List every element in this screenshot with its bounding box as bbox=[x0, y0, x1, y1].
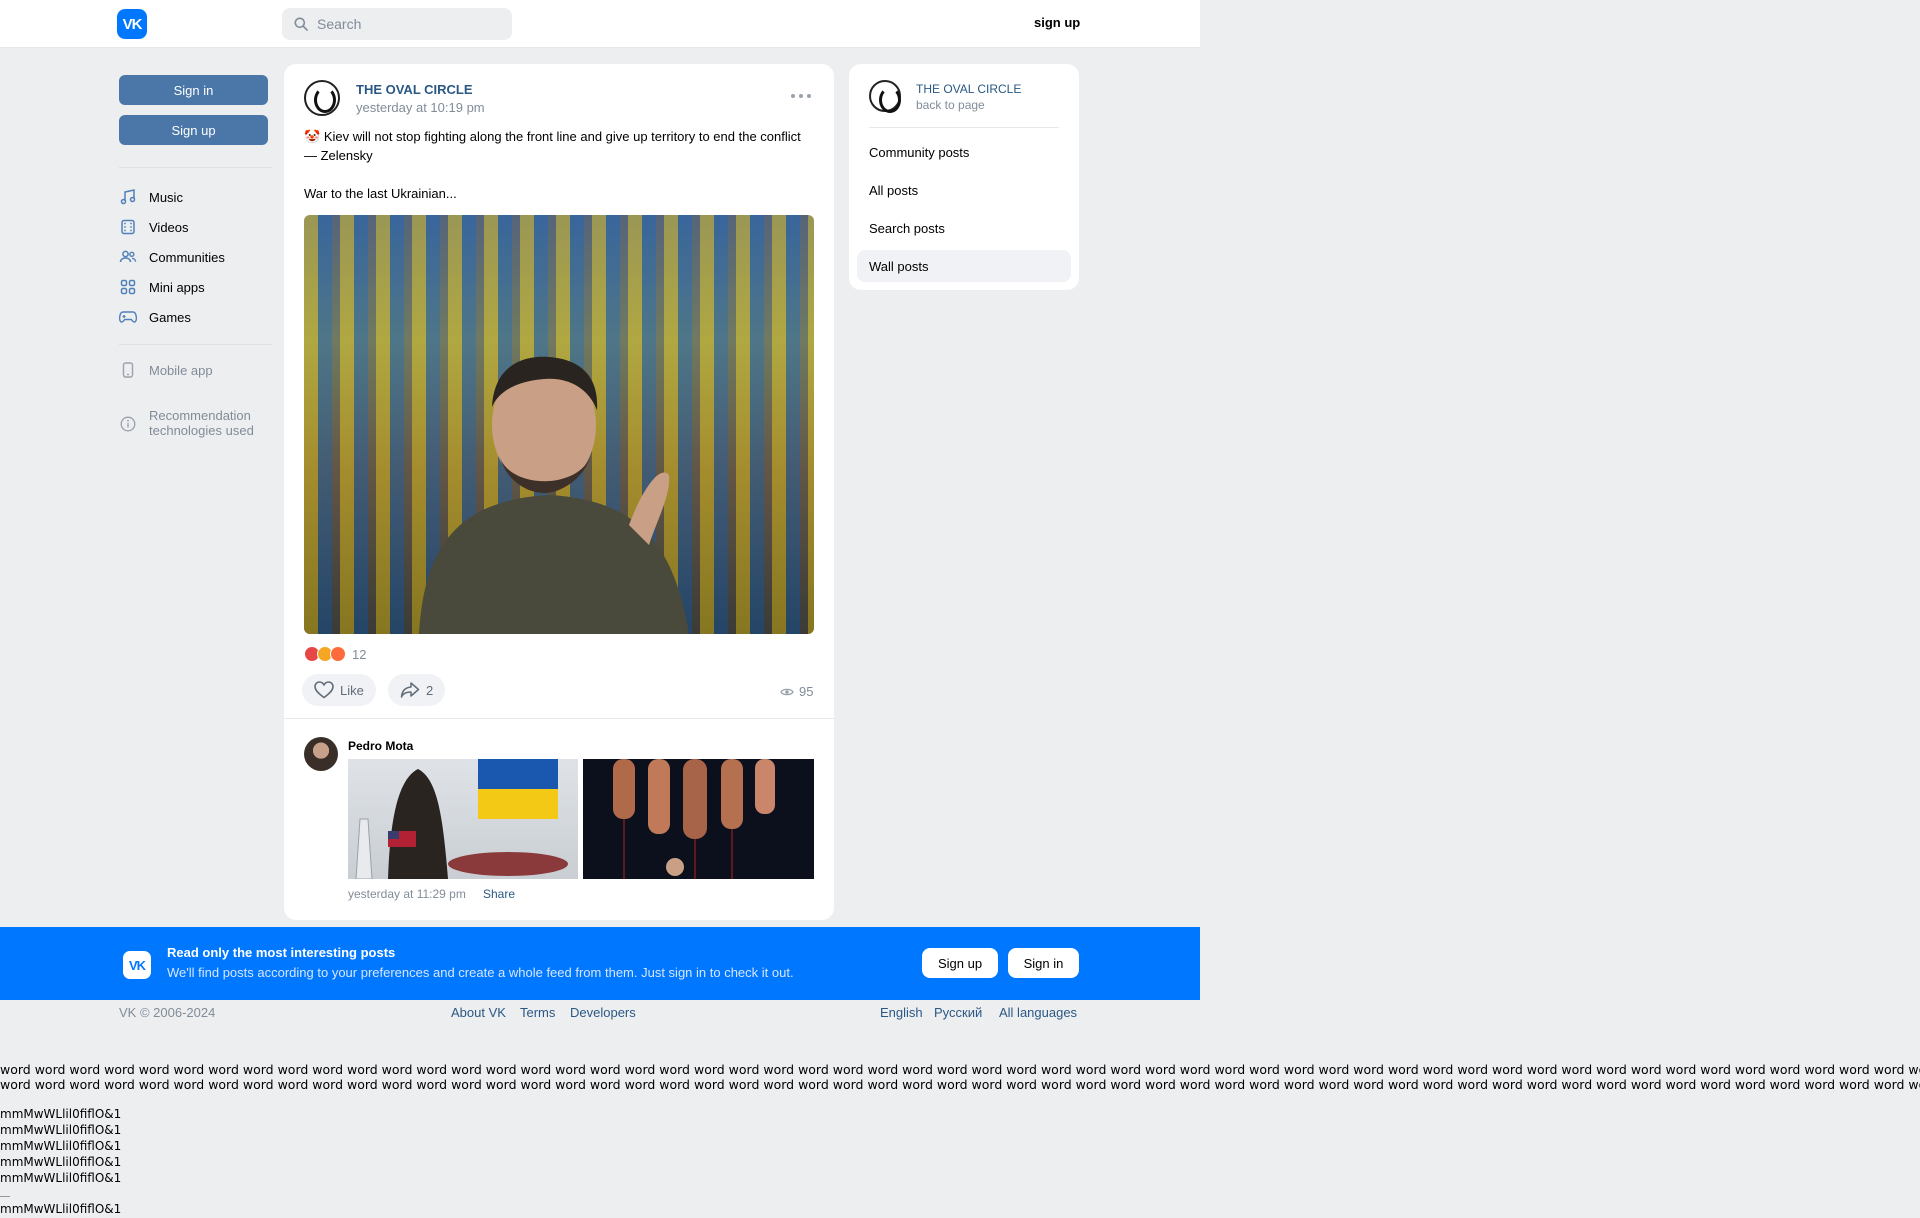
search-input[interactable]: Search bbox=[282, 8, 512, 40]
post-headline: Kiev will not stop fighting along the fr… bbox=[304, 129, 801, 163]
gamepad-icon bbox=[119, 308, 137, 326]
post-timestamp[interactable]: yesterday at 10:19 pm bbox=[356, 100, 485, 115]
footer-terms-link[interactable]: Terms bbox=[520, 1005, 555, 1020]
test-glyph-line-6: mmMwWLlil0fiflO&1 bbox=[0, 1202, 122, 1216]
comment-author-avatar[interactable] bbox=[304, 737, 338, 771]
sidebar-item-label: Games bbox=[149, 309, 191, 325]
phone-icon bbox=[119, 361, 137, 379]
users-icon bbox=[119, 248, 137, 266]
share-arrow-icon bbox=[400, 682, 420, 698]
comment-timestamp[interactable]: yesterday at 11:29 pm bbox=[348, 887, 466, 901]
reactions-summary[interactable]: 12 bbox=[304, 646, 366, 662]
test-glyph-line-3: mmMwWLlil0fiflO&1 bbox=[0, 1139, 122, 1153]
banner-subtitle: We'll find posts according to your prefe… bbox=[167, 965, 794, 980]
back-to-page-link[interactable]: back to page bbox=[916, 98, 985, 112]
footer-developers-link[interactable]: Developers bbox=[570, 1005, 636, 1020]
banner-sign-in-button[interactable]: Sign in bbox=[1008, 948, 1079, 978]
video-film-icon bbox=[119, 218, 137, 236]
signin-promo-banner: VK Read only the most interesting posts … bbox=[0, 927, 1200, 1000]
clown-emoji: 🤡 bbox=[304, 129, 321, 144]
post-text-line2: War to the last Ukrainian... bbox=[304, 186, 457, 201]
music-note-icon bbox=[119, 188, 137, 206]
grid-apps-icon bbox=[119, 278, 137, 296]
menu-community-posts[interactable]: Community posts bbox=[857, 136, 1071, 168]
views-counter: 95 bbox=[780, 684, 813, 699]
test-glyph-line-1: mmMwWLlil0fiflO&1 bbox=[0, 1107, 122, 1121]
comment-share-link[interactable]: Share bbox=[483, 887, 515, 901]
post-text-line1: 🤡 Kiev will not stop fighting along the … bbox=[304, 127, 804, 165]
top-header: VK Search sign up bbox=[0, 0, 1200, 48]
post-comments-divider bbox=[284, 718, 834, 719]
comment-author-link[interactable]: Pedro Mota bbox=[348, 739, 413, 753]
test-glyph-line-4: mmMwWLlil0fiflO&1 bbox=[0, 1155, 122, 1169]
community-side-menu: THE OVAL CIRCLE back to page Community p… bbox=[849, 64, 1079, 290]
speaker-figure bbox=[419, 356, 689, 634]
test-glyph-line-5: mmMwWLlil0fiflO&1 bbox=[0, 1171, 122, 1185]
panel-divider bbox=[869, 127, 1059, 128]
sidebar-item-music[interactable]: Music bbox=[119, 185, 183, 209]
footer-copyright: VK © 2006-2024 bbox=[119, 1005, 216, 1020]
test-divider bbox=[0, 1196, 10, 1197]
footer-lang-all[interactable]: All languages bbox=[999, 1005, 1077, 1020]
test-glyph-line-2: mmMwWLlil0fiflO&1 bbox=[0, 1123, 122, 1137]
sign-in-button[interactable]: Sign in bbox=[119, 75, 268, 105]
puppet-hands-illustration bbox=[613, 759, 775, 879]
heart-icon bbox=[314, 681, 334, 699]
community-name-link[interactable]: THE OVAL CIRCLE bbox=[916, 82, 1021, 96]
info-icon bbox=[119, 415, 137, 433]
more-options-icon[interactable] bbox=[791, 94, 811, 102]
sidebar-item-label: Videos bbox=[149, 219, 189, 235]
sidebar-item-mini-apps[interactable]: Mini apps bbox=[119, 275, 205, 299]
test-word-line-2: word word word word word word word word … bbox=[0, 1077, 1920, 1092]
share-button[interactable]: 2 bbox=[388, 674, 446, 706]
sidebar-item-label: Communities bbox=[149, 249, 225, 265]
comment-photo-1[interactable] bbox=[348, 759, 578, 879]
header-signup-link[interactable]: sign up bbox=[1034, 15, 1080, 30]
footer-lang-english[interactable]: English bbox=[880, 1005, 923, 1020]
post-photo[interactable] bbox=[304, 215, 814, 634]
views-count: 95 bbox=[799, 684, 814, 699]
sidebar-item-label: Music bbox=[149, 189, 183, 205]
angry-reaction-icon bbox=[330, 646, 346, 662]
eye-icon bbox=[780, 688, 794, 695]
menu-wall-posts[interactable]: Wall posts bbox=[857, 250, 1071, 282]
search-placeholder: Search bbox=[317, 16, 362, 32]
banner-title: Read only the most interesting posts bbox=[167, 945, 396, 960]
sidebar-item-games[interactable]: Games bbox=[119, 305, 191, 329]
reactions-count: 12 bbox=[352, 646, 367, 662]
sidebar-item-videos[interactable]: Videos bbox=[119, 215, 189, 239]
footer-lang-russian[interactable]: Русский bbox=[934, 1005, 982, 1020]
footer-about-link[interactable]: About VK bbox=[451, 1005, 506, 1020]
sidebar-item-label-group: Recommendation technologies used bbox=[149, 408, 254, 438]
sidebar-item-recommendation-tech[interactable]: Recommendation technologies used bbox=[119, 408, 254, 440]
menu-all-posts[interactable]: All posts bbox=[857, 174, 1071, 206]
banner-sign-up-button[interactable]: Sign up bbox=[922, 948, 998, 978]
share-count: 2 bbox=[426, 682, 434, 698]
reaper-flag-illustration bbox=[355, 759, 568, 879]
community-avatar-small[interactable] bbox=[869, 80, 901, 113]
sidebar-item-label: Mobile app bbox=[149, 362, 213, 378]
vk-logo[interactable]: VK bbox=[117, 9, 147, 39]
test-word-line-1: word word word word word word word word … bbox=[0, 1062, 1920, 1077]
like-label: Like bbox=[340, 682, 364, 698]
like-button[interactable]: Like bbox=[302, 674, 376, 706]
community-avatar[interactable] bbox=[304, 80, 340, 116]
sidebar-item-mobile-app[interactable]: Mobile app bbox=[119, 358, 213, 382]
nav-divider bbox=[119, 167, 272, 168]
sign-up-button[interactable]: Sign up bbox=[119, 115, 268, 145]
sidebar-item-communities[interactable]: Communities bbox=[119, 245, 225, 269]
post-text: 🤡 Kiev will not stop fighting along the … bbox=[304, 127, 804, 203]
comment-photo-2[interactable] bbox=[583, 759, 814, 879]
nav-divider bbox=[119, 344, 272, 345]
post-author-link[interactable]: THE OVAL CIRCLE bbox=[356, 82, 473, 97]
recommendation-label-line1: Recommendation bbox=[149, 408, 251, 423]
search-icon bbox=[294, 17, 308, 31]
sidebar-item-label: Mini apps bbox=[149, 279, 205, 295]
recommendation-label-line2: technologies used bbox=[149, 423, 254, 438]
menu-search-posts[interactable]: Search posts bbox=[857, 212, 1071, 244]
wall-post: THE OVAL CIRCLE yesterday at 10:19 pm 🤡 … bbox=[284, 64, 834, 920]
vk-logo-banner: VK bbox=[123, 951, 151, 979]
